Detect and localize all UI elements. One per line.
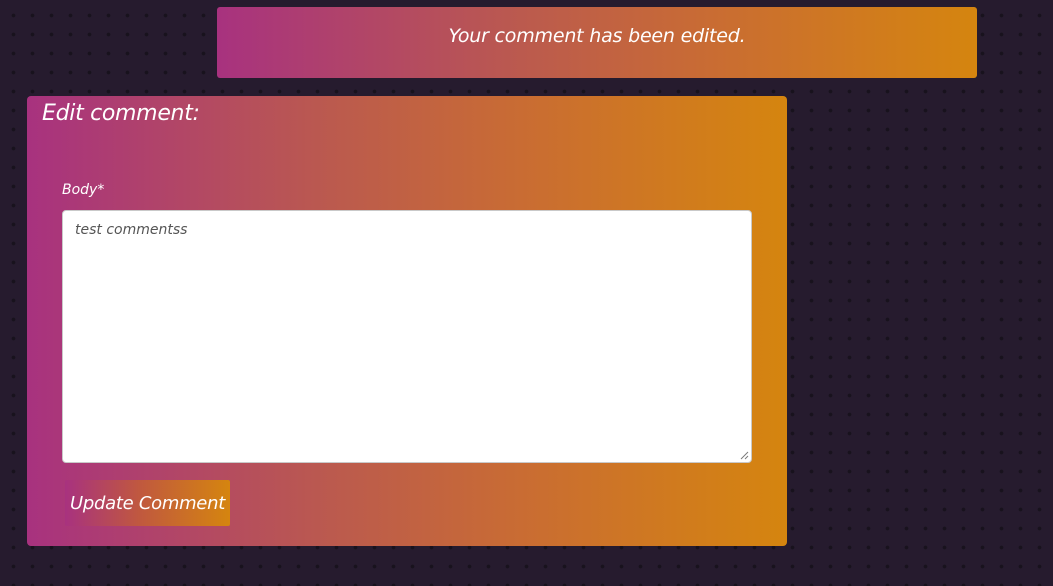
body-textarea[interactable]: test commentss (62, 210, 752, 463)
edit-comment-form: Edit comment: Body* test commentss Updat… (27, 96, 787, 546)
resize-grip-icon[interactable] (740, 451, 749, 460)
update-comment-button[interactable]: Update Comment (65, 480, 230, 526)
success-alert: Your comment has been edited. (217, 7, 977, 78)
body-textarea-value: test commentss (75, 222, 188, 238)
alert-message: Your comment has been edited. (448, 24, 746, 47)
form-title: Edit comment: (42, 101, 200, 126)
body-field-label: Body* (62, 182, 105, 198)
